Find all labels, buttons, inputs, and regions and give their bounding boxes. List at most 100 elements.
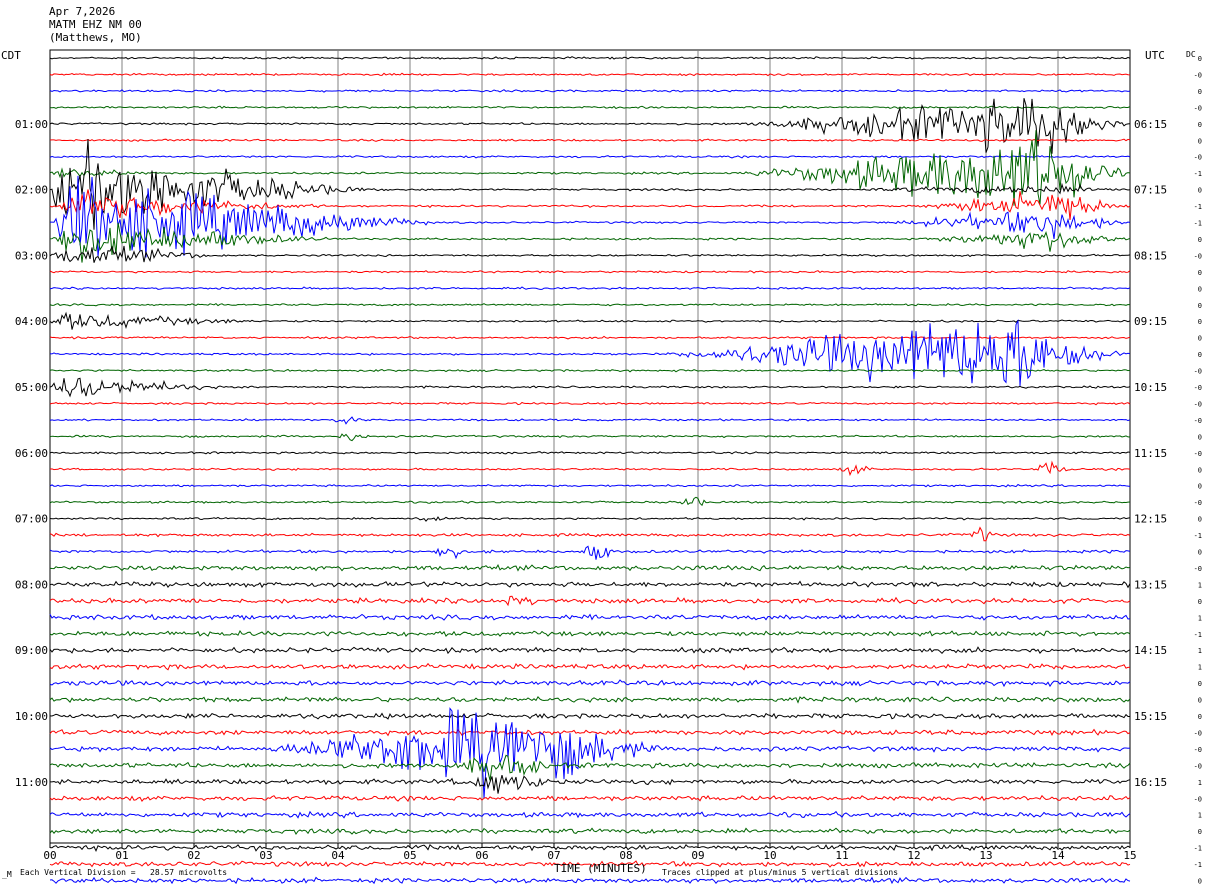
y-tick-label-right: 08:15 xyxy=(1134,249,1167,262)
dc-offset-label: 0 xyxy=(1198,302,1202,310)
y-tick-label-left: 04:00 xyxy=(15,315,48,328)
seismic-trace xyxy=(49,189,1131,220)
dc-offset-label: 0 xyxy=(1198,55,1202,63)
y-tick-label-right: 13:15 xyxy=(1134,578,1167,591)
x-tick-label: 00 xyxy=(43,849,56,862)
dc-offset-label: -0 xyxy=(1194,746,1202,754)
dc-offset-label: -0 xyxy=(1194,565,1202,573)
seismic-trace xyxy=(49,56,1131,60)
seismic-trace xyxy=(49,460,1131,477)
seismic-trace xyxy=(49,318,1131,387)
x-tick-label: 04 xyxy=(331,849,345,862)
x-tick-label: 10 xyxy=(763,849,776,862)
seismic-trace xyxy=(49,810,1131,819)
x-tick-label: 07 xyxy=(547,849,560,862)
dc-offset-label: -0 xyxy=(1194,71,1202,79)
y-tick-label-right: 12:15 xyxy=(1134,513,1167,526)
dc-offset-label: 0 xyxy=(1198,269,1202,277)
dc-offset-label: 0 xyxy=(1198,713,1202,721)
seismic-trace xyxy=(50,774,1131,794)
dc-offset-label: 1 xyxy=(1198,581,1202,589)
y-tick-label-left: 08:00 xyxy=(15,578,48,591)
dc-offset-label: 0 xyxy=(1198,483,1202,491)
dc-offset-label: 1 xyxy=(1198,614,1202,622)
dc-offset-label: 0 xyxy=(1198,516,1202,524)
x-tick-label: 14 xyxy=(1051,849,1065,862)
seismic-trace xyxy=(49,270,1131,274)
x-tick-label: 13 xyxy=(979,849,992,862)
y-tick-label-right: 06:15 xyxy=(1134,118,1167,131)
y-tick-label-right: 14:15 xyxy=(1134,644,1167,657)
dc-offset-label: -0 xyxy=(1194,400,1202,408)
seismic-trace xyxy=(49,613,1131,621)
seismic-trace xyxy=(49,433,1131,442)
dc-offset-label: 0 xyxy=(1198,598,1202,606)
seismic-trace xyxy=(49,222,1131,263)
seismic-trace xyxy=(49,105,1131,110)
dc-offset-label: -0 xyxy=(1194,417,1202,425)
dc-offset-label: -1 xyxy=(1194,203,1202,211)
seismic-trace xyxy=(49,707,1131,799)
seismic-trace xyxy=(49,754,1131,781)
dc-offset-label: 0 xyxy=(1198,680,1202,688)
dc-offset-label: -0 xyxy=(1194,729,1202,737)
dc-offset-label: -0 xyxy=(1194,384,1202,392)
seismic-trace xyxy=(49,416,1131,425)
dc-offset-label: -0 xyxy=(1194,762,1202,770)
y-tick-label-right: 11:15 xyxy=(1134,447,1167,460)
dc-offset-label: 0 xyxy=(1198,137,1202,145)
y-tick-label-left: 03:00 xyxy=(15,249,48,262)
dc-offset-label: 0 xyxy=(1198,335,1202,343)
x-tick-label: 08 xyxy=(619,849,632,862)
seismic-trace xyxy=(49,377,1131,398)
y-tick-label-left: 06:00 xyxy=(15,447,48,460)
dc-offset-label: -1 xyxy=(1194,532,1202,540)
dc-offset-label: 1 xyxy=(1198,664,1202,672)
dc-offset-label: -1 xyxy=(1194,845,1202,853)
seismic-trace xyxy=(49,696,1131,704)
seismic-trace xyxy=(49,679,1131,688)
seismic-trace xyxy=(49,662,1131,671)
seismic-trace xyxy=(49,335,1131,340)
x-tick-label: 05 xyxy=(403,849,416,862)
x-tick-label: 03 xyxy=(259,849,272,862)
seismic-trace xyxy=(49,483,1131,488)
seismic-trace xyxy=(49,451,1131,455)
seismic-trace xyxy=(49,72,1131,77)
seismic-trace xyxy=(49,526,1131,542)
seismic-trace xyxy=(49,630,1131,637)
seismic-trace xyxy=(49,646,1131,655)
dc-offset-label: -1 xyxy=(1194,170,1202,178)
dc-offset-label: -0 xyxy=(1194,154,1202,162)
dc-offset-label: 0 xyxy=(1198,828,1202,836)
x-tick-label: 06 xyxy=(475,849,488,862)
dc-offset-label: 0 xyxy=(1198,318,1202,326)
dc-offset-label: 0 xyxy=(1198,878,1202,886)
dc-offset-label: -0 xyxy=(1194,450,1202,458)
seismic-trace xyxy=(49,286,1131,290)
dc-offset-label: 0 xyxy=(1198,121,1202,129)
helicorder-plot: 00 01 02 03 04 05 06 07 08 09 10 11 12 13 14 150-00-000… xyxy=(15,49,1202,886)
x-tick-label: 02 xyxy=(187,849,200,862)
seismic-trace xyxy=(49,827,1131,835)
seismic-trace xyxy=(49,311,1131,330)
y-tick-label-left: 02:00 xyxy=(15,184,48,197)
dc-offset-label: -1 xyxy=(1194,631,1202,639)
x-tick-label: 11 xyxy=(835,849,848,862)
x-tick-label: 12 xyxy=(907,849,920,862)
seismic-trace xyxy=(49,516,1131,522)
seismic-trace xyxy=(49,843,1131,853)
y-tick-label-left: 09:00 xyxy=(15,644,48,657)
clip-note: Traces clipped at plus/minus 5 vertical … xyxy=(662,868,899,877)
dc-offset-label: -0 xyxy=(1194,368,1202,376)
seismic-trace xyxy=(49,155,1131,159)
seismic-trace xyxy=(49,401,1131,406)
seismic-trace xyxy=(49,794,1131,803)
seismic-trace xyxy=(49,728,1131,737)
seismic-trace xyxy=(49,130,1131,206)
dc-offset-label: 1 xyxy=(1198,647,1202,655)
y-tick-label-left: 01:00 xyxy=(15,118,48,131)
dc-offset-label: 0 xyxy=(1198,88,1202,96)
seismic-trace xyxy=(49,368,1131,373)
x-axis-title: TIME (MINUTES) xyxy=(554,862,647,875)
